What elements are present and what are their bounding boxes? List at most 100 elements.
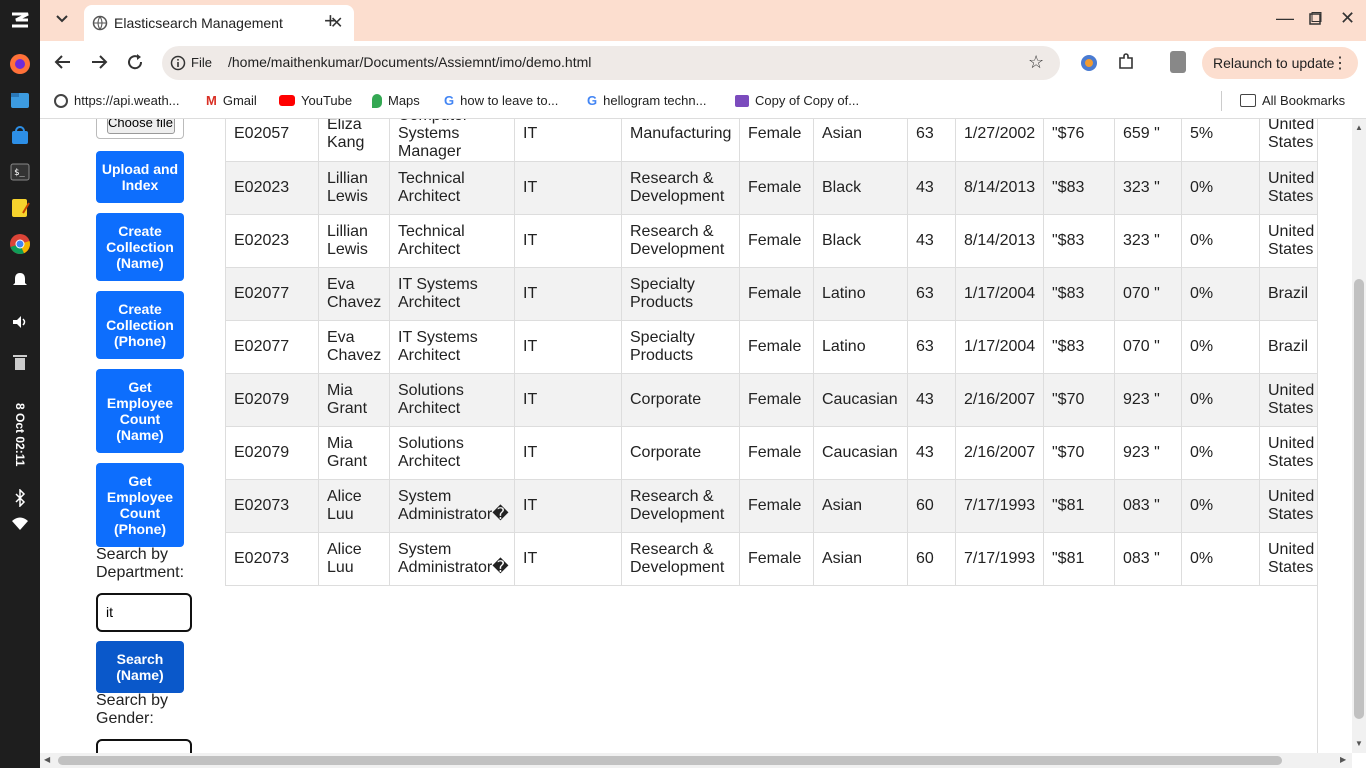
tab-search-icon[interactable] <box>54 10 70 31</box>
bookmark-item[interactable]: G hellogram techn... <box>587 93 706 108</box>
slides-icon <box>735 94 749 107</box>
bookmark-item[interactable]: https://api.weath... <box>54 93 180 108</box>
bookmark-item[interactable]: Copy of Copy of... <box>735 93 859 108</box>
scroll-right-icon[interactable]: ▶ <box>1340 755 1346 764</box>
bookmark-label: https://api.weath... <box>74 93 180 108</box>
get-employee-count-phone-button[interactable]: Get Employee Count (Phone) <box>96 463 184 547</box>
new-tab-icon[interactable]: + <box>324 8 337 34</box>
cell-gender: Female <box>739 479 814 533</box>
relaunch-button[interactable]: Relaunch to update ⋮ <box>1202 47 1358 79</box>
maps-icon <box>372 93 382 108</box>
trash-icon[interactable] <box>8 350 32 374</box>
text-editor-icon[interactable] <box>8 196 32 220</box>
cell-gender: Female <box>739 320 814 374</box>
bookmark-label: hellogram techn... <box>603 93 707 108</box>
cell-employee-id: E02073 <box>225 479 319 533</box>
cell-department: IT <box>514 267 622 321</box>
cell-country: United States <box>1259 532 1317 586</box>
search-gender-label: Search by Gender: <box>96 692 169 727</box>
bookmark-item[interactable]: YouTube <box>279 93 352 108</box>
department-search-input[interactable]: it <box>96 593 192 632</box>
upload-index-button[interactable]: Upload and Index <box>96 151 184 203</box>
extensions-icon[interactable] <box>1117 53 1135 76</box>
files-icon[interactable] <box>8 88 32 112</box>
wifi-icon[interactable] <box>8 512 32 536</box>
scroll-up-icon[interactable]: ▲ <box>1355 123 1363 132</box>
info-icon[interactable] <box>170 53 192 73</box>
zorin-menu-icon[interactable] <box>8 8 32 32</box>
cell-age: 60 <box>907 532 956 586</box>
cell-ethnicity: Asian <box>813 532 908 586</box>
cell-full-name: Mia Grant <box>318 426 390 480</box>
scroll-down-icon[interactable]: ▼ <box>1355 739 1363 748</box>
cell-bonus: 0% <box>1181 479 1260 533</box>
cell-bonus: 0% <box>1181 532 1260 586</box>
terminal-icon[interactable]: $_ <box>8 160 32 184</box>
gender-search-input[interactable] <box>96 739 192 753</box>
cell-department: IT <box>514 214 622 268</box>
cell-gender: Female <box>739 373 814 427</box>
vertical-scrollbar[interactable]: ▲ ▼ <box>1352 119 1366 753</box>
horizontal-scrollbar[interactable]: ◀ ▶ <box>40 753 1352 768</box>
profile-avatar[interactable] <box>1170 51 1186 73</box>
cell-job-title: Solutions Architect <box>389 426 515 480</box>
cell-ethnicity: Black <box>813 214 908 268</box>
maximize-icon[interactable] <box>1308 10 1322 31</box>
cell-job-title: System Administrator� <box>389 532 515 586</box>
software-store-icon[interactable] <box>8 124 32 148</box>
cell-ethnicity: Asian <box>813 479 908 533</box>
cell-department: IT <box>514 479 622 533</box>
forward-icon[interactable] <box>90 53 108 76</box>
cell-salary-cont: 323 " <box>1114 161 1182 215</box>
cell-age: 43 <box>907 161 956 215</box>
bookmark-item[interactable]: M Gmail <box>206 93 257 108</box>
clock[interactable]: 8 Oct 02:11 <box>4 395 36 475</box>
cell-hire-date: 1/17/2004 <box>955 320 1044 374</box>
create-collection-name-button[interactable]: Create Collection (Name) <box>96 213 184 281</box>
tab-elasticsearch[interactable]: Elasticsearch Management ✕ <box>84 5 354 41</box>
reload-icon[interactable] <box>126 53 144 76</box>
minimize-icon[interactable]: — <box>1276 8 1294 29</box>
cell-country: Brazil <box>1259 267 1317 321</box>
cell-business-unit: Specialty Products <box>621 267 740 321</box>
all-bookmarks[interactable]: All Bookmarks <box>1240 93 1345 108</box>
cell-salary-cont: 323 " <box>1114 214 1182 268</box>
bookmark-item[interactable]: G how to leave to... <box>444 93 558 108</box>
address-url[interactable]: /home/maithenkumar/Documents/Assiemnt/im… <box>228 54 591 70</box>
kebab-menu-icon[interactable]: ⋮ <box>1332 53 1348 73</box>
cell-department: IT <box>514 426 622 480</box>
back-icon[interactable] <box>54 53 72 76</box>
chrome-icon[interactable] <box>8 232 32 256</box>
cell-gender: Female <box>739 267 814 321</box>
search-name-button[interactable]: Search (Name) <box>96 641 184 693</box>
cell-employee-id: E02023 <box>225 214 319 268</box>
close-window-icon[interactable]: ✕ <box>1340 8 1355 29</box>
cell-full-name: Lillian Lewis <box>318 161 390 215</box>
firefox-icon[interactable] <box>8 52 32 76</box>
create-collection-phone-button[interactable]: Create Collection (Phone) <box>96 291 184 359</box>
scroll-left-icon[interactable]: ◀ <box>44 755 50 764</box>
table-row: E02077 Eva Chavez IT Systems Architect IT Sp… <box>225 320 1317 374</box>
search-department-label: Search by Department: <box>96 546 185 581</box>
cell-full-name: Lillian Lewis <box>318 214 390 268</box>
notifications-icon[interactable] <box>8 268 32 292</box>
globe-icon <box>54 93 68 108</box>
cell-gender: Female <box>739 426 814 480</box>
file-input[interactable]: Choose file <box>96 119 184 139</box>
cell-gender: Female <box>739 161 814 215</box>
volume-icon[interactable] <box>8 310 32 334</box>
extension-avatar-icon[interactable] <box>1080 54 1098 77</box>
bookmark-star-icon[interactable]: ☆ <box>1028 52 1044 73</box>
cell-salary-cont: 070 " <box>1114 320 1182 374</box>
youtube-icon <box>279 95 295 106</box>
choose-file-button[interactable]: Choose file <box>107 119 175 134</box>
address-bar[interactable]: File /home/maithenkumar/Documents/Assiem… <box>162 46 1060 80</box>
cell-job-title: System Administrator� <box>389 479 515 533</box>
cell-department: IT <box>514 119 622 162</box>
bookmark-item[interactable]: Maps <box>372 93 420 108</box>
vertical-scroll-thumb[interactable] <box>1354 279 1364 719</box>
get-employee-count-name-button[interactable]: Get Employee Count (Name) <box>96 369 184 453</box>
horizontal-scroll-thumb[interactable] <box>58 756 1282 765</box>
bluetooth-icon[interactable] <box>8 486 32 510</box>
cell-full-name: Eva Chavez <box>318 320 390 374</box>
